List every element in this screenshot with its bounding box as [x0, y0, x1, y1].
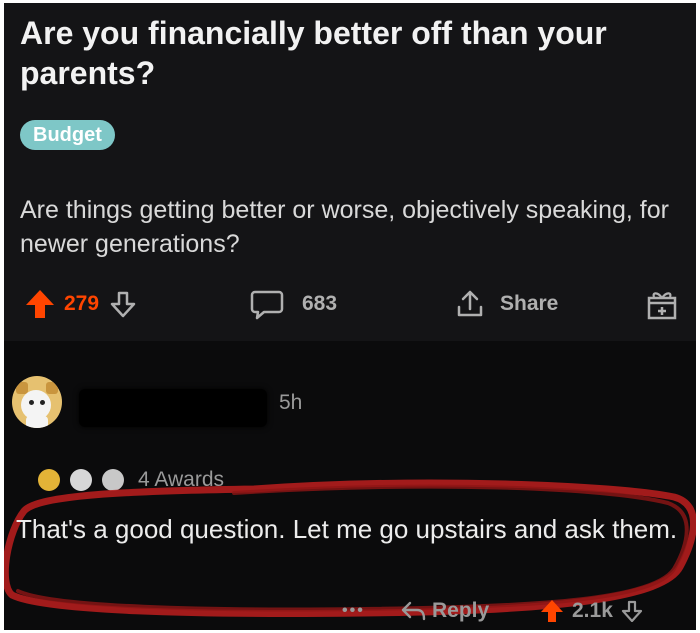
comments-count: 683 — [302, 292, 338, 315]
post-body: Are things getting better or worse, obje… — [20, 196, 669, 258]
comment-text: That's a good question. Let me go upstai… — [16, 514, 678, 544]
post: Are you financially better off than your… — [4, 3, 696, 341]
screenshot-frame: Are you financially better off than your… — [4, 3, 696, 630]
comment-bubble-icon — [250, 290, 284, 320]
comments-button[interactable]: 683 — [250, 281, 337, 327]
share-button[interactable]: Share — [456, 281, 558, 327]
reply-button[interactable]: Reply — [400, 596, 489, 626]
upvote-arrow-icon[interactable] — [540, 599, 564, 623]
user-avatar[interactable] — [12, 376, 62, 428]
comment: 5h 4 Awards That's a good question. Let … — [4, 341, 696, 630]
gold-award-icon — [38, 469, 60, 491]
upvote-arrow-icon[interactable] — [24, 288, 56, 320]
comment-actions: ••• Reply 2.1k — [4, 596, 696, 626]
comment-score: 2.1k — [572, 599, 613, 622]
vote-group: 279 — [24, 281, 137, 327]
award-button[interactable] — [646, 281, 678, 327]
award-icon — [70, 469, 92, 491]
share-icon — [457, 290, 483, 317]
downvote-arrow-icon[interactable] — [621, 600, 643, 622]
redacted-username — [79, 389, 267, 427]
flair-badge[interactable]: Budget — [20, 120, 115, 150]
post-title[interactable]: Are you financially better off than your… — [20, 13, 660, 93]
post-actions: 279 683 Share — [4, 281, 696, 327]
comment-vote-group: 2.1k — [540, 596, 643, 626]
share-label: Share — [500, 292, 559, 315]
more-options-button[interactable]: ••• — [342, 596, 365, 626]
reply-arrow-icon — [401, 601, 426, 621]
gift-icon — [647, 292, 677, 320]
post-score: 279 — [64, 292, 100, 315]
awards-row[interactable]: 4 Awards — [38, 463, 224, 497]
downvote-arrow-icon[interactable] — [109, 290, 137, 318]
comment-time: 5h — [279, 391, 303, 414]
award-icon — [102, 469, 124, 491]
reply-label: Reply — [432, 599, 490, 622]
awards-label: 4 Awards — [138, 468, 224, 491]
